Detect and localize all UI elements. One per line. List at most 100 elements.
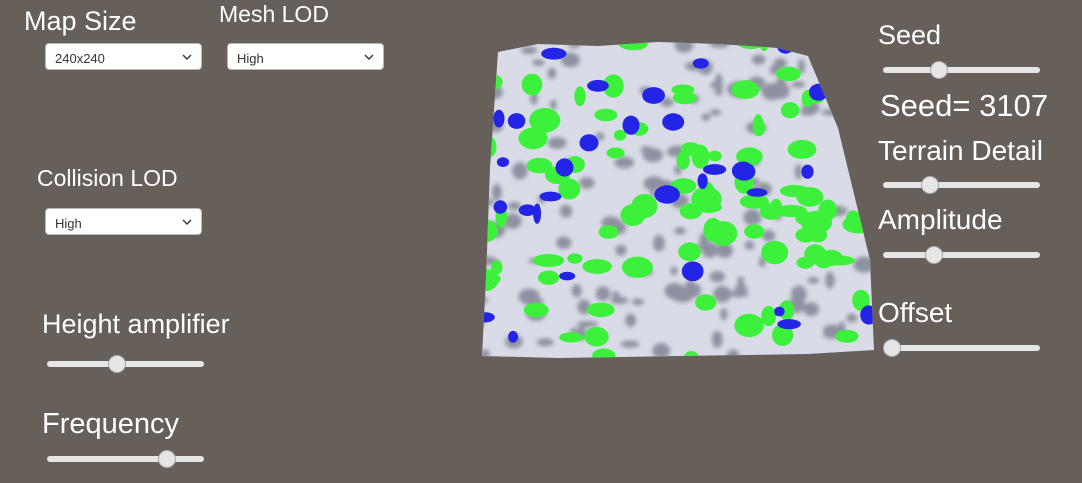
slider-thumb[interactable]: [883, 339, 901, 357]
terrain-patch: [804, 244, 827, 265]
seed-label: Seed: [878, 20, 942, 50]
mesh-lod-value: High: [237, 51, 264, 66]
terrain-patch: [853, 256, 874, 273]
terrain-patch: [733, 162, 756, 181]
terrain-patch: [620, 204, 646, 227]
terrain-patch: [801, 164, 814, 179]
slider-thumb[interactable]: [920, 176, 939, 194]
terrain-patch: [584, 326, 609, 347]
terrain-patch: [539, 191, 562, 202]
terrain-patch: [613, 129, 627, 141]
offset-label: Offset: [878, 297, 953, 328]
terrain-patch: [521, 46, 538, 55]
terrain-patch: [780, 102, 800, 119]
terrain-patch: [744, 240, 755, 250]
terrain-patch: [856, 126, 869, 141]
terrain-patch: [556, 236, 572, 249]
slider-track: [47, 456, 204, 462]
mesh-lod-dropdown[interactable]: High: [227, 43, 384, 70]
seed-slider[interactable]: [883, 60, 1040, 80]
terrain-patch: [761, 83, 783, 101]
terrain-patch: [482, 296, 488, 304]
terrain-patch: [532, 254, 565, 267]
height-amplifier-label: Height amplifier: [42, 309, 230, 339]
terrain-patch: [701, 113, 711, 121]
terrain-patch: [731, 80, 760, 99]
terrain-patch: [811, 103, 820, 113]
amplitude-slider[interactable]: [883, 245, 1040, 265]
terrain-patch: [692, 58, 709, 69]
terrain-patch: [695, 294, 717, 311]
terrain-patch: [482, 70, 491, 90]
terrain-patch: [703, 164, 727, 175]
terrain-patch: [482, 317, 485, 326]
terrain-patch: [653, 235, 665, 252]
terrain-patch: [618, 42, 648, 50]
terrain-patch: [720, 308, 728, 321]
terrain-patch: [652, 343, 671, 358]
terrain-patch: [482, 135, 497, 159]
frequency-slider[interactable]: [47, 449, 204, 469]
frequency-label: Frequency: [42, 408, 180, 440]
terrain-patch: [482, 276, 486, 288]
terrain-patch: [492, 183, 502, 201]
terrain-patch: [777, 319, 801, 330]
terrain-patch: [582, 259, 612, 274]
terrain-patch: [744, 224, 765, 239]
terrain-patch: [708, 150, 722, 162]
terrain-patch: [734, 313, 764, 338]
terrain-patch: [714, 88, 723, 96]
terrain-patch: [670, 266, 678, 276]
terrain-detail-slider[interactable]: [883, 175, 1040, 195]
terrain-patch: [579, 177, 595, 189]
map-size-dropdown[interactable]: 240x240: [45, 43, 202, 70]
terrain-patch: [808, 227, 828, 243]
terrain-patch: [521, 73, 543, 96]
terrain-patch: [559, 332, 584, 343]
terrain-patch: [482, 73, 503, 91]
terrain-detail-label: Terrain Detail: [878, 135, 1043, 166]
chevron-down-icon: [182, 219, 192, 225]
terrain-patch: [824, 255, 855, 266]
terrain-patch: [697, 173, 708, 189]
collision-lod-value: High: [55, 216, 82, 231]
terrain-patch: [508, 330, 519, 343]
terrain-patch: [825, 271, 835, 289]
terrain-patch: [493, 200, 508, 214]
terrain-patch: [491, 260, 503, 275]
terrain-patch: [761, 305, 777, 327]
slider-thumb[interactable]: [924, 246, 943, 264]
slider-thumb[interactable]: [158, 450, 177, 468]
terrain-patch: [746, 188, 768, 197]
terrain-patch: [844, 88, 874, 109]
slider-thumb[interactable]: [108, 355, 127, 373]
collision-lod-dropdown[interactable]: High: [45, 208, 202, 235]
terrain-patch: [526, 157, 553, 174]
terrain-patch: [508, 201, 521, 211]
terrain-patch: [761, 240, 789, 265]
terrain-patch: [610, 296, 629, 304]
terrain-patch: [709, 271, 725, 283]
terrain-patch: [482, 349, 490, 358]
terrain-patch: [559, 271, 576, 281]
terrain-patch: [587, 302, 615, 318]
offset-slider[interactable]: [883, 338, 1040, 358]
terrain-patch: [482, 42, 496, 51]
terrain-patch: [606, 147, 625, 159]
terrain-patch: [579, 134, 599, 152]
terrain-patch: [678, 242, 701, 262]
height-amplifier-slider[interactable]: [47, 354, 204, 374]
terrain-patch: [612, 291, 620, 299]
terrain-patch: [555, 158, 574, 177]
terrain-patch: [558, 178, 581, 200]
slider-thumb[interactable]: [930, 61, 949, 79]
terrain-patch: [485, 84, 503, 100]
terrain-patch: [532, 59, 545, 66]
terrain-patch: [496, 157, 510, 167]
terrain-patch: [680, 142, 702, 156]
terrain-patch: [845, 210, 861, 231]
terrain-patch: [868, 110, 874, 121]
terrain-patch: [567, 42, 581, 49]
terrain-patch: [507, 113, 526, 129]
terrain-patch: [674, 227, 686, 235]
